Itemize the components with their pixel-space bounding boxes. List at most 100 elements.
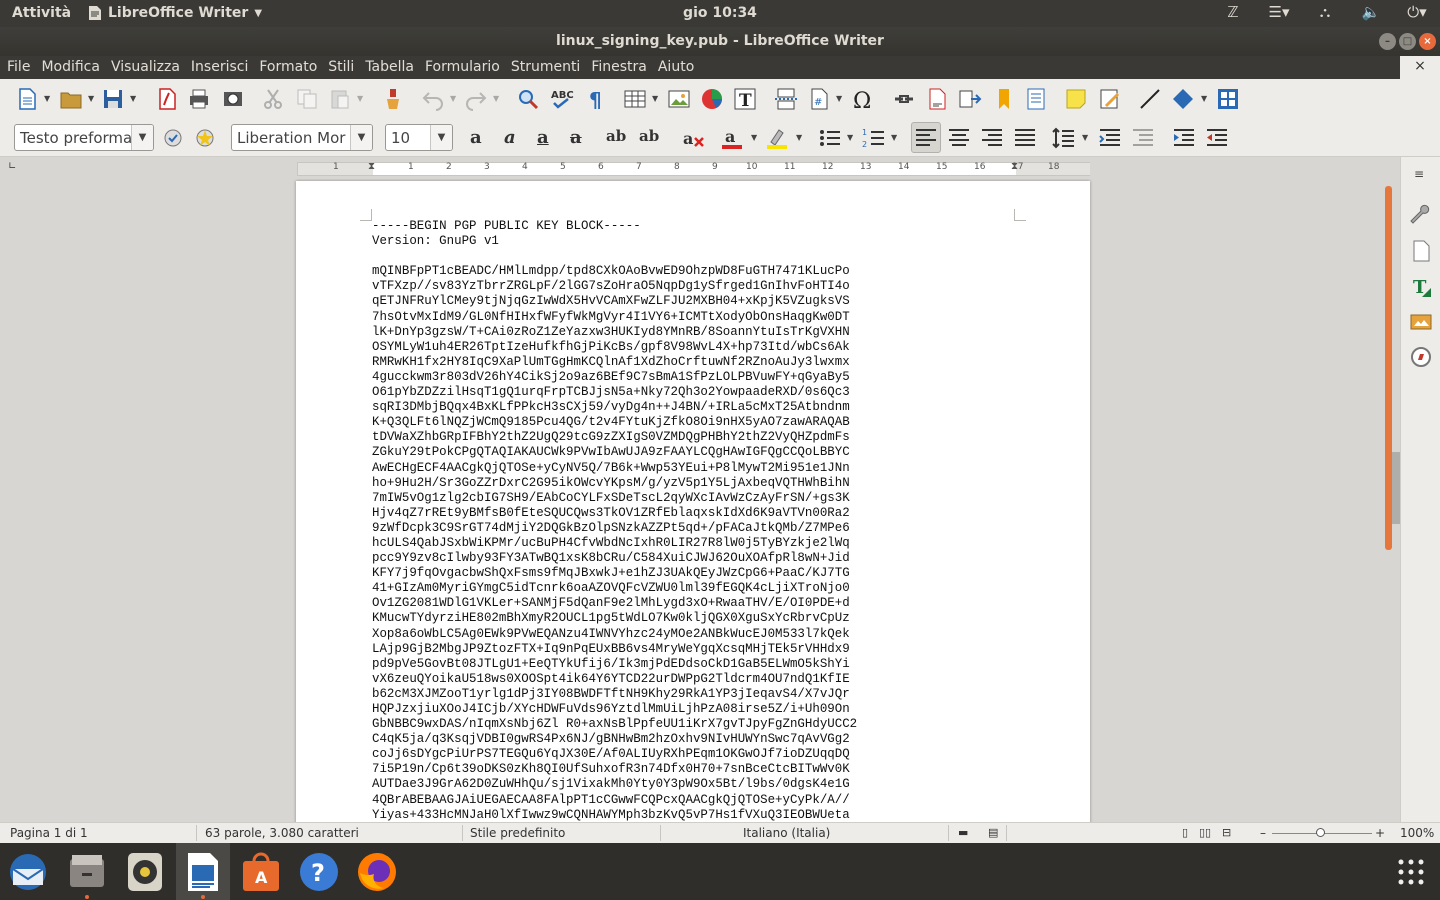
paste-icon[interactable] xyxy=(328,87,352,111)
hyperlink-icon[interactable] xyxy=(892,87,916,111)
menu-window[interactable]: Finestra xyxy=(591,59,647,75)
highlight-dropdown-icon[interactable]: ▼ xyxy=(796,133,802,142)
update-style-icon[interactable] xyxy=(161,126,185,150)
navigator-compass-icon[interactable] xyxy=(1409,345,1433,369)
underline-icon[interactable]: a xyxy=(537,127,549,148)
superscript-icon[interactable]: ab xyxy=(606,127,626,145)
close-button[interactable]: × xyxy=(1419,33,1436,50)
insert-chart-icon[interactable] xyxy=(700,87,724,111)
decrease-paragraph-spacing-icon[interactable] xyxy=(1131,126,1155,150)
strikethrough-icon[interactable]: a xyxy=(570,127,582,148)
special-character-icon[interactable]: Ω xyxy=(851,87,875,111)
zz-indicator-icon[interactable]: ℤ xyxy=(1210,3,1256,21)
undo-icon[interactable] xyxy=(421,87,445,111)
redo-dropdown-icon[interactable]: ▼ xyxy=(493,94,499,103)
scrollbar-thumb[interactable] xyxy=(1392,452,1400,524)
minimize-button[interactable]: – xyxy=(1379,33,1396,50)
close-document-icon[interactable]: × xyxy=(1400,56,1440,79)
gallery-icon[interactable] xyxy=(1409,309,1433,333)
menu-view[interactable]: Visualizza xyxy=(111,59,180,75)
align-right-icon[interactable] xyxy=(980,126,1004,150)
network-icon[interactable]: ⛬ xyxy=(1302,3,1348,21)
clear-formatting-icon[interactable]: a xyxy=(682,126,706,150)
book-view-icon[interactable]: ⊟ xyxy=(1222,826,1231,839)
word-count[interactable]: 63 parole, 3.080 caratteri xyxy=(205,826,359,840)
insert-mode-icon[interactable]: ▬ xyxy=(958,826,968,839)
single-page-view-icon[interactable]: ▯ xyxy=(1182,826,1188,839)
right-indent-marker[interactable]: ⧗ xyxy=(1011,161,1018,172)
zoom-in-icon[interactable]: + xyxy=(1375,826,1385,840)
bold-icon[interactable]: a xyxy=(470,127,482,148)
draw-line-icon[interactable] xyxy=(1138,87,1162,111)
subscript-icon[interactable]: ab xyxy=(639,127,659,145)
increase-indent-icon[interactable] xyxy=(1172,126,1196,150)
justify-icon[interactable] xyxy=(1013,126,1037,150)
table-dropdown-icon[interactable]: ▼ xyxy=(652,94,658,103)
clone-formatting-icon[interactable] xyxy=(381,87,405,111)
new-document-icon[interactable] xyxy=(15,87,39,111)
font-size-select[interactable]: 10 ▼ xyxy=(385,124,453,151)
power-icon[interactable]: ⏻▾ xyxy=(1394,3,1440,21)
italic-icon[interactable]: a xyxy=(504,127,516,148)
vertical-scrollbar[interactable] xyxy=(1385,186,1392,550)
track-changes-icon[interactable] xyxy=(1098,87,1122,111)
menu-insert[interactable]: Inserisci xyxy=(191,59,248,75)
activities-button[interactable]: Attività xyxy=(12,5,71,21)
font-color-icon[interactable]: a xyxy=(720,126,744,150)
firefox-icon[interactable] xyxy=(354,849,400,895)
insert-field-icon[interactable]: # xyxy=(807,87,831,111)
unordered-list-icon[interactable] xyxy=(818,126,842,150)
document-modified-icon[interactable]: ▤ xyxy=(988,826,998,839)
properties-wrench-icon[interactable] xyxy=(1409,203,1433,227)
menu-form[interactable]: Formulario xyxy=(425,59,500,75)
zoom-out-icon[interactable]: – xyxy=(1260,826,1266,840)
cut-icon[interactable] xyxy=(261,87,285,111)
print-icon[interactable] xyxy=(187,87,211,111)
field-dropdown-icon[interactable]: ▼ xyxy=(836,94,842,103)
numbering-dropdown-icon[interactable]: ▼ xyxy=(891,133,897,142)
bullets-dropdown-icon[interactable]: ▼ xyxy=(847,133,853,142)
maximize-button[interactable]: □ xyxy=(1399,33,1416,50)
open-folder-icon[interactable] xyxy=(59,87,83,111)
undo-dropdown-icon[interactable]: ▼ xyxy=(450,94,456,103)
redo-icon[interactable] xyxy=(464,87,488,111)
formatting-marks-icon[interactable]: ¶ xyxy=(584,87,608,111)
open-dropdown-icon[interactable]: ▼ xyxy=(88,94,94,103)
list-indicator-icon[interactable]: ☰▾ xyxy=(1256,3,1302,21)
find-replace-icon[interactable] xyxy=(516,87,540,111)
menu-file[interactable]: File xyxy=(7,59,30,75)
export-pdf-icon[interactable] xyxy=(155,87,179,111)
sidebar-menu-icon[interactable]: ≡ xyxy=(1414,167,1424,181)
shapes-dropdown-icon[interactable]: ▼ xyxy=(1201,94,1207,103)
save-dropdown-icon[interactable]: ▼ xyxy=(130,94,136,103)
spacing-dropdown-icon[interactable]: ▼ xyxy=(1082,133,1088,142)
page-icon[interactable] xyxy=(1409,239,1433,263)
page-count[interactable]: Pagina 1 di 1 xyxy=(10,826,88,840)
page-style[interactable]: Stile predefinito xyxy=(470,826,565,840)
spelling-icon[interactable]: ABC xyxy=(550,87,574,111)
horizontal-ruler[interactable]: 1 1 2 3 4 5 6 7 8 9 10 11 12 13 14 15 16… xyxy=(297,161,1090,176)
insert-table-icon[interactable] xyxy=(623,87,647,111)
menu-styles[interactable]: Stili xyxy=(328,59,354,75)
align-center-icon[interactable] xyxy=(947,126,971,150)
decrease-indent-icon[interactable] xyxy=(1205,126,1229,150)
print-preview-icon[interactable] xyxy=(221,87,245,111)
menu-table[interactable]: Tabella xyxy=(365,59,414,75)
new-style-icon[interactable] xyxy=(193,126,217,150)
basic-shapes-icon[interactable] xyxy=(1171,87,1195,111)
multi-page-view-icon[interactable]: ▯▯ xyxy=(1199,826,1211,839)
show-applications-icon[interactable] xyxy=(1388,849,1434,895)
rhythmbox-icon[interactable] xyxy=(122,849,168,895)
menu-format[interactable]: Formato xyxy=(259,59,317,75)
new-dropdown-icon[interactable]: ▼ xyxy=(44,94,50,103)
language[interactable]: Italiano (Italia) xyxy=(743,826,830,840)
font-color-dropdown-icon[interactable]: ▼ xyxy=(751,133,757,142)
text-box-icon[interactable]: T xyxy=(733,87,757,111)
page-break-icon[interactable] xyxy=(774,87,798,111)
highlight-icon[interactable] xyxy=(765,126,789,150)
document-page[interactable]: -----BEGIN PGP PUBLIC KEY BLOCK----- Vers… xyxy=(296,181,1090,822)
insert-comment-icon[interactable] xyxy=(1064,87,1088,111)
paragraph-style-select[interactable]: Testo preforma ▼ xyxy=(14,124,154,151)
document-text[interactable]: -----BEGIN PGP PUBLIC KEY BLOCK----- Vers… xyxy=(372,219,857,822)
left-indent-marker[interactable]: ⧗ xyxy=(368,161,375,172)
